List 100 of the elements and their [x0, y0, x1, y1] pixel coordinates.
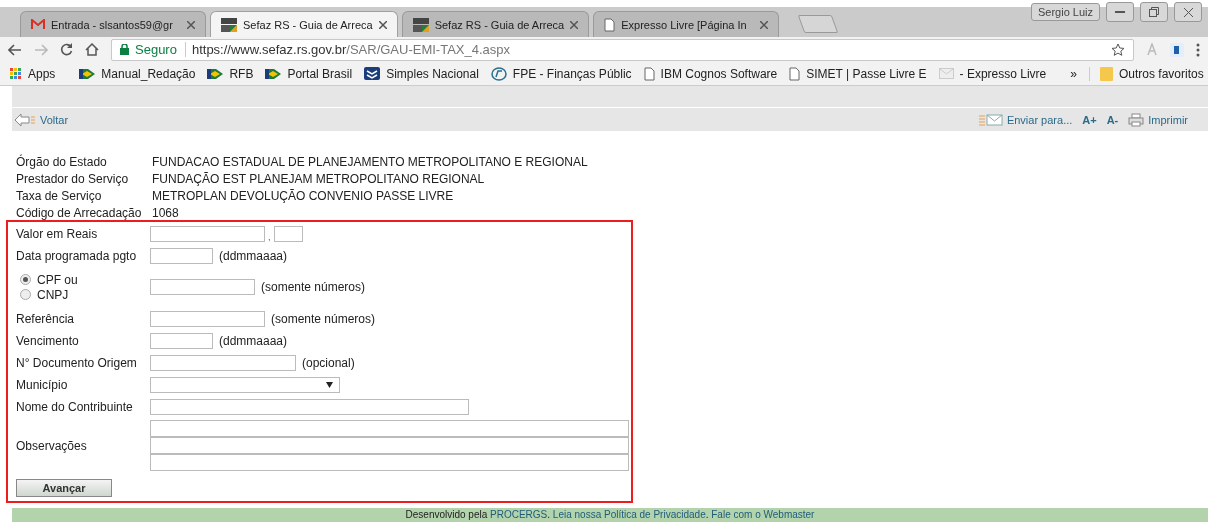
input-field[interactable] — [150, 398, 469, 415]
info-label: Código de Arrecadação — [16, 206, 143, 220]
apps-icon — [10, 67, 22, 80]
url-text: https://www.sefaz.rs.gov.br/SAR/GAU-EMI-TAX_4.aspx — [191, 42, 511, 58]
field-label: Data programada pgto — [16, 248, 138, 263]
secure-label: Seguro — [135, 42, 186, 58]
radio-button[interactable] — [20, 274, 31, 285]
input-field[interactable] — [150, 225, 265, 242]
lock-icon — [120, 44, 129, 56]
close-button[interactable] — [1174, 2, 1202, 22]
input-field[interactable] — [150, 279, 255, 295]
field-hint: (ddmmaaaa) — [219, 333, 288, 348]
input-field[interactable] — [150, 354, 296, 371]
input-field[interactable] — [150, 247, 213, 264]
bookmark-folder[interactable]: Outros favoritos — [1088, 66, 1204, 81]
folder-icon — [1099, 66, 1113, 81]
close-icon[interactable] — [760, 20, 769, 29]
minimize-icon — [1115, 10, 1125, 14]
forward-icon[interactable] — [34, 43, 48, 56]
close-icon[interactable] — [187, 20, 195, 29]
advance-button[interactable]: Avançar — [16, 479, 112, 497]
caret-icon — [326, 381, 333, 388]
print-link[interactable]: Imprimir — [1128, 112, 1188, 127]
menu-icon[interactable] — [1196, 42, 1200, 57]
restore-icon — [1149, 7, 1159, 17]
radio-button[interactable] — [20, 289, 31, 300]
field-hint: (opcional) — [302, 355, 355, 370]
input-field[interactable] — [273, 225, 303, 242]
radio-label: CPF ou — [37, 272, 78, 287]
bookmark[interactable]: Manual_Redação — [79, 66, 196, 81]
minimize-button[interactable] — [1106, 2, 1134, 22]
field-label: Valor em Reais — [16, 226, 99, 241]
close-icon[interactable] — [570, 20, 579, 29]
overflow-button[interactable]: » — [1070, 66, 1077, 81]
decimal-separator: , — [268, 231, 271, 242]
flag-icon — [79, 67, 96, 80]
reload-icon[interactable] — [60, 43, 73, 57]
home-icon[interactable] — [85, 43, 99, 57]
font-size-button[interactable]: A+ — [1082, 113, 1097, 126]
info-value: 1068 — [152, 206, 180, 220]
bookmark[interactable]: RFB — [207, 66, 254, 81]
bookmark[interactable]: Apps — [10, 66, 56, 81]
field-hint: (ddmmaaaa) — [219, 248, 288, 263]
restore-button[interactable] — [1140, 2, 1168, 22]
field-label: Referência — [16, 311, 76, 326]
field-label: Nome do Contribuinte — [16, 399, 134, 414]
page-icon — [643, 66, 655, 81]
info-value: METROPLAN DEVOLUÇÃO CONVENIO PASSE LIVRE — [152, 189, 455, 203]
field-hint: (somente números) — [271, 311, 376, 326]
info-label: Órgão do Estado — [16, 155, 108, 169]
font-size-button[interactable]: A- — [1106, 113, 1119, 126]
input-field[interactable] — [150, 332, 213, 349]
bookmark[interactable]: Simples Nacional — [364, 66, 479, 81]
bookmark[interactable]: - Expresso Livre — [938, 66, 1047, 81]
bookmark[interactable]: SIMET | Passe Livre E — [789, 66, 927, 81]
star-icon[interactable] — [1111, 42, 1125, 57]
field-label: Município — [16, 377, 69, 392]
dropdown[interactable] — [150, 376, 340, 393]
profile-button[interactable]: Sergio Luiz — [1030, 3, 1100, 21]
info-label: Prestador do Serviço — [16, 172, 130, 186]
footer-link[interactable]: Leia nossa Política de Privacidade — [552, 509, 706, 520]
footer-text: Desenvolvido pela PROCERGS. Leia nossa Política de Privacidade. Fale com o Webmaster — [405, 509, 815, 521]
bookmark[interactable]: Portal Brasil — [265, 66, 353, 81]
footer-link[interactable]: Fale com o Webmaster — [711, 509, 815, 520]
emblem-icon — [490, 66, 507, 81]
flag-icon — [265, 67, 282, 80]
bookmark[interactable]: IBM Cognos Software — [643, 66, 778, 81]
send-link[interactable]: Enviar para... — [978, 113, 1073, 126]
emblem-icon — [364, 67, 381, 81]
logo-icon — [221, 17, 237, 32]
bookmark[interactable]: FPE - Finanças Públic — [490, 66, 632, 81]
radio-label: CNPJ — [37, 287, 69, 302]
flag-icon — [207, 67, 224, 80]
input-field[interactable] — [150, 310, 265, 327]
field-label: Observações — [16, 438, 88, 453]
browser-tab[interactable]: Entrada - slsantos59@gr — [20, 11, 206, 38]
page-icon — [604, 17, 616, 32]
printer-icon — [1128, 112, 1145, 127]
envelope-icon — [938, 68, 954, 80]
info-label: Taxa de Serviço — [16, 189, 103, 203]
input-field[interactable] — [150, 437, 629, 454]
envelope-icon — [978, 113, 1003, 126]
page-icon — [789, 66, 801, 81]
input-field[interactable] — [150, 454, 629, 471]
close-icon — [1183, 7, 1193, 17]
address-bar[interactable]: Seguro https://www.sefaz.rs.gov.br/SAR/GAU-EMI-TAX_4.aspx — [111, 38, 1134, 61]
browser-tab[interactable]: Expresso Livre [Página In — [593, 11, 780, 38]
back-icon[interactable] — [8, 43, 22, 56]
back-arrow-icon — [14, 112, 36, 127]
extension-icon[interactable] — [1170, 42, 1184, 57]
browser-tab[interactable]: Sefaz RS - Guia de Arreca — [401, 11, 590, 38]
input-field[interactable] — [150, 420, 629, 437]
info-value: FUNDACAO ESTADUAL DE PLANEJAMENTO METROPOLITANO E REGIONAL — [152, 155, 589, 169]
field-label: Vencimento — [16, 333, 80, 348]
gmail-icon — [31, 19, 45, 31]
info-value: FUNDAÇÃO EST PLANEJAM METROPOLITANO REGIONAL — [152, 172, 486, 186]
browser-tab[interactable]: Sefaz RS - Guia de Arreca — [210, 11, 398, 38]
close-icon[interactable] — [378, 20, 387, 29]
back-link[interactable]: Voltar — [14, 112, 69, 127]
field-label: N° Documento Origem — [16, 355, 138, 370]
